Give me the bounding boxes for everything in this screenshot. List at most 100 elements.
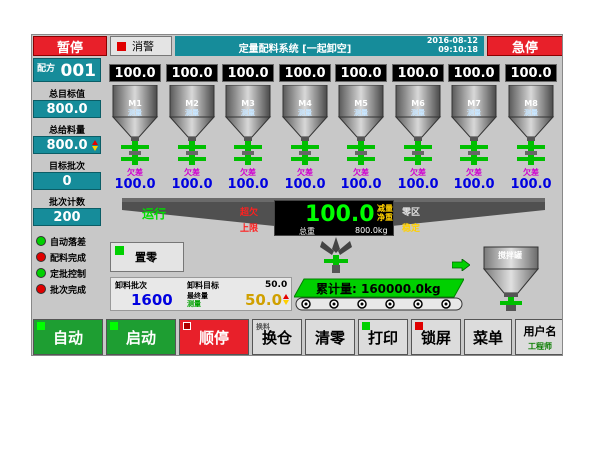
bin-setpoint-value[interactable]: 100.0 <box>166 177 218 192</box>
target-batch-value[interactable]: 0 <box>33 172 101 190</box>
bin-weight-value[interactable]: 100.0 <box>166 64 218 82</box>
total-feed-label: 总给料量 <box>48 126 85 136</box>
hopper-icon <box>337 84 385 165</box>
bin-weight-value[interactable]: 100.0 <box>109 64 161 82</box>
bin-id: M6 <box>411 99 425 108</box>
bin-id: M4 <box>298 99 312 108</box>
bin-mode: 测量 <box>241 109 255 117</box>
zero-led-icon <box>115 246 124 255</box>
status-label: 定批控制 <box>50 269 87 280</box>
zero-button[interactable]: 置零 <box>110 242 184 272</box>
total-weight-label: 总重 <box>299 227 315 236</box>
start-led-icon <box>110 322 118 330</box>
bin-setpoint-value[interactable]: 100.0 <box>279 177 331 192</box>
bin-mode: 测量 <box>298 109 312 117</box>
hopper-icon <box>507 84 555 165</box>
status-label: 自动落差 <box>50 237 87 248</box>
upper-limit-label: 上限 <box>240 224 259 234</box>
bin-id: M1 <box>128 99 142 108</box>
pause-button[interactable]: 暂停 <box>33 36 107 56</box>
datetime: 2016-08-12 09:10:18 <box>427 36 478 54</box>
material-bin[interactable]: M4 测量 <box>279 84 331 171</box>
final-mode-label: 测量 <box>187 300 201 308</box>
over-under-label: 超欠 <box>240 208 259 218</box>
lock-screen-button[interactable]: 锁屏 <box>411 319 461 355</box>
material-bin[interactable]: M2 测量 <box>166 84 218 171</box>
discharge-target-value[interactable]: 50.0 <box>265 280 287 290</box>
bin-id: M7 <box>467 99 481 108</box>
updown-arrows-icon <box>283 294 289 306</box>
print-button-label: 打印 <box>367 328 398 347</box>
net-label: 净重 <box>377 213 393 222</box>
bin-setpoint-value[interactable]: 100.0 <box>392 177 444 192</box>
material-bin[interactable]: M3 测量 <box>222 84 274 171</box>
total-feed-value: 800.0 <box>46 137 88 153</box>
material-bin[interactable]: M8 测量 <box>505 84 557 171</box>
discharge-batch-value: 1600 <box>131 291 173 309</box>
system-title: 定量配料系统 [一起卸空] <box>238 44 352 55</box>
start-button-label: 启动 <box>125 328 156 347</box>
bin-weight-value[interactable]: 100.0 <box>392 64 444 82</box>
menu-button[interactable]: 菜单 <box>464 319 512 355</box>
username-value: 工程师 <box>528 342 552 351</box>
start-button[interactable]: 启动 <box>106 319 176 355</box>
bin-setpoint-value[interactable]: 100.0 <box>448 177 500 192</box>
total-feed-field[interactable]: 800.0 <box>33 136 101 154</box>
clear-button[interactable]: 清零 <box>305 319 355 355</box>
total-target-label: 总目标值 <box>48 90 85 100</box>
status-indicator: 配料完成 <box>36 250 86 264</box>
bin-id: M2 <box>185 99 199 108</box>
status-indicator: 定批控制 <box>36 266 86 280</box>
lock-led-icon <box>415 322 423 330</box>
print-button[interactable]: 打印 <box>358 319 408 355</box>
recipe-field[interactable]: 配方 001 <box>33 58 101 82</box>
discharge-info-panel: 卸料批次 1600 卸料目标 50.0 最终量 测量 50.0 <box>110 277 292 311</box>
bin-mode: 测量 <box>128 109 142 117</box>
emergency-stop-button[interactable]: 急停 <box>487 36 562 56</box>
material-bin[interactable]: M6 测量 <box>392 84 444 171</box>
hmi-screen: 暂停 消警 定量配料系统 [一起卸空] 2016-08-12 09:10:18 … <box>31 34 563 356</box>
bin-weight-value[interactable]: 100.0 <box>222 64 274 82</box>
material-bin[interactable]: M7 测量 <box>448 84 500 171</box>
zero-zone-label: 零区 <box>402 208 421 218</box>
bin-weight-value[interactable]: 100.0 <box>448 64 500 82</box>
bin-weight-value[interactable]: 100.0 <box>279 64 331 82</box>
bin-weight-value[interactable]: 100.0 <box>335 64 387 82</box>
status-led-icon <box>36 236 46 246</box>
sequential-stop-button[interactable]: 顺停 <box>179 319 249 355</box>
total-target-value[interactable]: 800.0 <box>33 100 101 118</box>
change-bin-button[interactable]: 换料 换仓 <box>252 319 302 355</box>
bin-weight-value[interactable]: 100.0 <box>505 64 557 82</box>
bin-setpoint-value[interactable]: 100.0 <box>505 177 557 192</box>
bin-mode: 测量 <box>185 109 199 117</box>
material-bin[interactable]: M1 测量 <box>109 84 161 171</box>
bin-id: M5 <box>354 99 368 108</box>
stop-button-label: 顺停 <box>198 328 229 347</box>
bin-id: M3 <box>241 99 255 108</box>
time-text: 09:10:18 <box>438 45 478 54</box>
auto-button[interactable]: 自动 <box>33 319 103 355</box>
status-led-icon <box>36 284 46 294</box>
discharge-target-label: 卸料目标 <box>187 281 219 290</box>
scale-display: 100.0 减量 净重 总重 800.0kg <box>274 200 394 236</box>
material-bin[interactable]: M5 测量 <box>335 84 387 171</box>
hopper-icon <box>168 84 216 165</box>
user-button[interactable]: 用户名 工程师 <box>515 319 562 355</box>
bin-mode: 测量 <box>354 109 368 117</box>
alarm-led-icon <box>117 41 126 51</box>
hopper-icon <box>111 84 159 165</box>
stop-led-icon <box>183 322 191 330</box>
flow-arrow-icon <box>452 259 470 271</box>
bin-setpoint-value[interactable]: 100.0 <box>222 177 274 192</box>
cumulative-weight: 累计量: 160000.0kg <box>316 282 441 296</box>
status-indicator: 批次完成 <box>36 282 86 296</box>
bin-setpoint-value[interactable]: 100.0 <box>335 177 387 192</box>
final-amount-value[interactable]: 50.0 <box>245 291 282 309</box>
bin-setpoint-value[interactable]: 100.0 <box>109 177 161 192</box>
zero-button-label: 置零 <box>135 251 157 264</box>
bin-mode: 测量 <box>524 109 538 117</box>
hopper-icon <box>281 84 329 165</box>
date-text: 2016-08-12 <box>426 36 478 45</box>
mute-alarm-button[interactable]: 消警 <box>110 36 172 56</box>
run-status: 运行 <box>142 207 167 221</box>
